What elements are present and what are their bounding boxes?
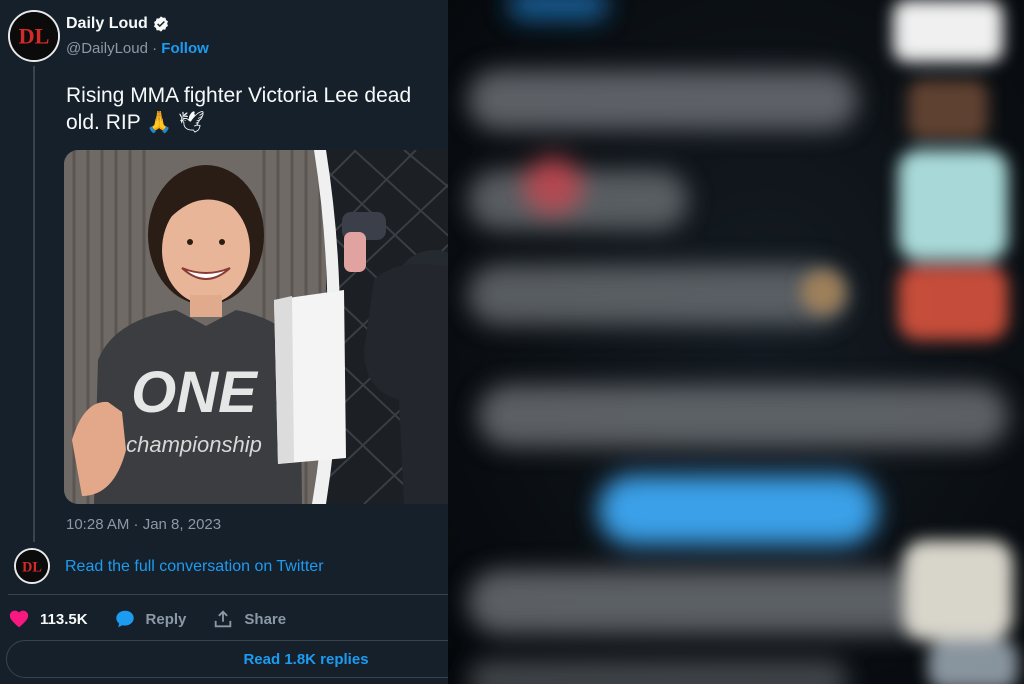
author-name-row[interactable]: Daily Loud bbox=[66, 15, 170, 33]
author-handle-row: @DailyLoud · Follow bbox=[66, 40, 209, 57]
blurred-background-image bbox=[448, 0, 1024, 684]
follow-link[interactable]: Follow bbox=[161, 40, 209, 57]
svg-text:DL: DL bbox=[19, 23, 50, 48]
thread-line bbox=[33, 66, 35, 542]
heart-icon bbox=[9, 610, 29, 628]
tweet-photo[interactable]: ONE championship bbox=[64, 150, 448, 504]
daily-loud-logo-icon: DL bbox=[10, 12, 58, 60]
photo-content: ONE championship bbox=[64, 150, 448, 504]
verified-badge-icon bbox=[153, 16, 168, 32]
read-conversation-link[interactable]: Read the full conversation on Twitter bbox=[65, 558, 324, 576]
share-label: Share bbox=[244, 610, 287, 628]
read-replies-button[interactable]: Read 1.8K replies bbox=[6, 640, 448, 678]
shirt-logo-text: ONE bbox=[131, 360, 259, 425]
separator-dot: · bbox=[152, 40, 158, 57]
reply-button[interactable]: Reply bbox=[114, 608, 187, 630]
blurred-screen-graphic bbox=[448, 0, 1024, 684]
share-upload-icon bbox=[215, 610, 232, 628]
shirt-sub-text: championship bbox=[126, 432, 262, 457]
divider bbox=[8, 594, 448, 595]
reply-label: Reply bbox=[145, 610, 187, 628]
author-avatar[interactable]: DL bbox=[8, 10, 60, 62]
author-handle[interactable]: @DailyLoud bbox=[66, 40, 148, 57]
share-button[interactable]: Share bbox=[212, 608, 286, 630]
read-replies-label: Read 1.8K replies bbox=[243, 650, 369, 668]
daily-loud-logo-icon: DL bbox=[16, 550, 48, 582]
tweet-timestamp[interactable]: 10:28 AM · Jan 8, 2023 bbox=[66, 516, 221, 533]
tweet-actions: 113.5K Reply Share bbox=[8, 606, 312, 632]
tweet-embed: DL Daily Loud @DailyLoud · Follow Rising… bbox=[0, 0, 448, 684]
like-button[interactable]: 113.5K bbox=[8, 608, 88, 630]
reply-bubble-icon bbox=[115, 610, 134, 628]
author-name[interactable]: Daily Loud bbox=[66, 15, 148, 33]
author-avatar-small[interactable]: DL bbox=[14, 548, 50, 584]
like-count: 113.5K bbox=[40, 610, 88, 628]
svg-text:DL: DL bbox=[22, 559, 42, 575]
tweet-text: Rising MMA fighter Victoria Lee dead old… bbox=[66, 84, 412, 134]
